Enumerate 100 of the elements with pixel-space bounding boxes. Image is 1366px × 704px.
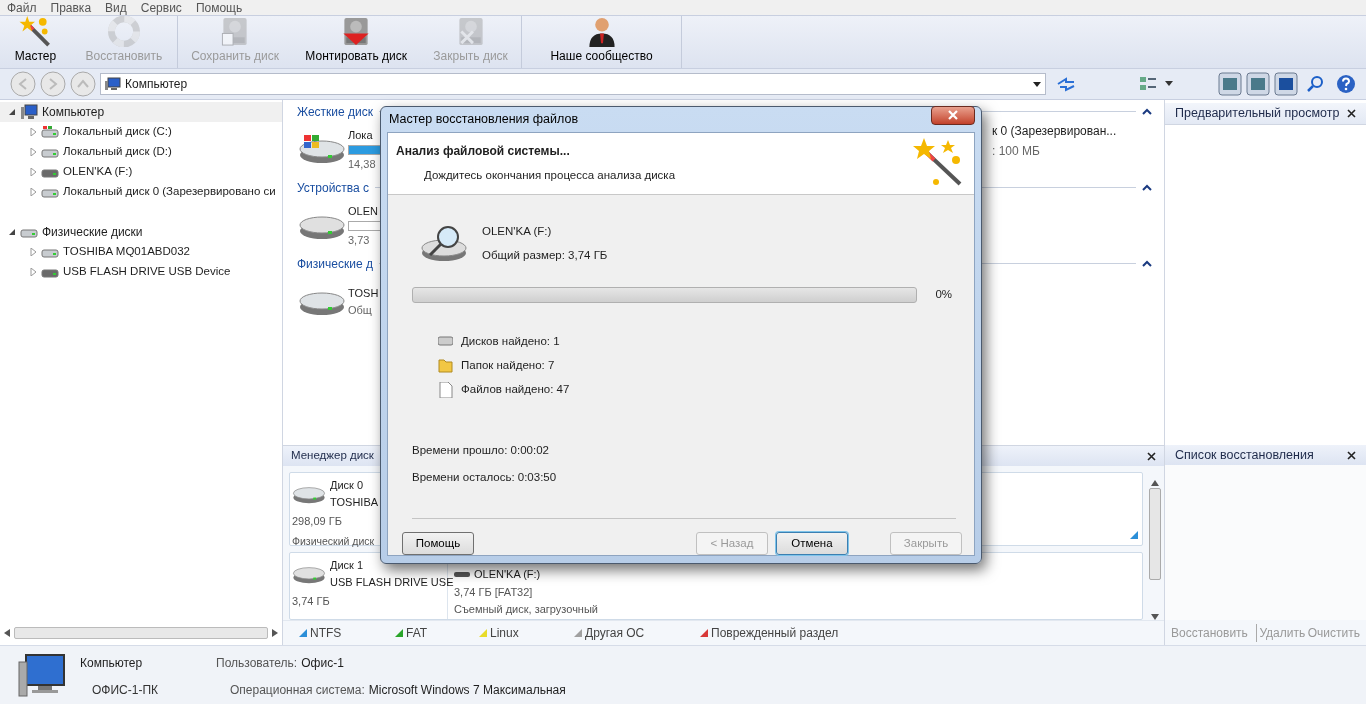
disk-name: Диск 0 bbox=[330, 478, 365, 493]
panel-title: Список восстановления bbox=[1175, 446, 1315, 464]
drive-name: Лока bbox=[348, 128, 374, 143]
floppy-icon bbox=[1274, 72, 1298, 96]
computer-icon bbox=[105, 77, 121, 91]
scroll-left-icon bbox=[2, 628, 12, 638]
usb-drive-icon bbox=[41, 266, 59, 278]
time-info: Времени прошло: 0:00:02 bbox=[412, 442, 550, 458]
legend-label: Linux bbox=[490, 625, 519, 642]
hard-drive-icon bbox=[41, 146, 59, 158]
address-field[interactable]: Компьютер bbox=[100, 73, 1046, 95]
close-button[interactable] bbox=[1347, 450, 1356, 460]
panel-title: Менеджер диск bbox=[291, 448, 374, 464]
legend-label: Поврежденный раздел bbox=[711, 625, 839, 642]
disk-size: 3,74 ГБ bbox=[292, 594, 331, 609]
tree-item[interactable]: USB FLASH DRIVE USB Device bbox=[63, 263, 231, 281]
menu-item[interactable]: Сервис bbox=[140, 1, 182, 14]
progress-percent: 0% bbox=[935, 287, 952, 303]
drive-name: OLEN'KA (F:) bbox=[482, 223, 553, 239]
section-heading: Физические д bbox=[297, 255, 373, 273]
usb-drive-icon bbox=[454, 570, 470, 578]
drive-info: 3,73 bbox=[348, 232, 371, 248]
magic-wand-icon bbox=[912, 137, 964, 188]
hard-drive-icon bbox=[298, 134, 346, 165]
menu-item[interactable]: Помощь bbox=[195, 1, 243, 14]
close-icon bbox=[1347, 450, 1356, 460]
close-button[interactable] bbox=[1147, 451, 1156, 461]
tree-item[interactable]: OLEN'KA (F:) bbox=[63, 163, 133, 181]
host-name: ОФИС-1-ПК bbox=[91, 682, 160, 699]
step-heading: Анализ файловой системы... bbox=[396, 142, 571, 160]
tree-item[interactable]: Локальный диск (D:) bbox=[63, 143, 172, 161]
field-label: Пользователь: bbox=[216, 655, 298, 672]
disk-model: TOSHIBA bbox=[330, 494, 379, 510]
disk-name: Диск 1 bbox=[330, 558, 365, 573]
field-value: Microsoft Windows 7 Максимальная bbox=[368, 682, 566, 699]
scroll-up-icon bbox=[1150, 480, 1159, 486]
search-icon bbox=[1306, 75, 1324, 93]
dialog-title: Мастер восстановления файлов bbox=[389, 111, 580, 128]
dialog-button[interactable]: Отмена bbox=[776, 532, 848, 555]
hard-drive-icon bbox=[41, 246, 59, 258]
partition-name: OLEN'KA (F:) bbox=[474, 567, 541, 582]
partition-type: Съемный диск, загрузочный bbox=[454, 602, 599, 617]
collapse-caret-icon bbox=[1142, 108, 1152, 115]
found-count: Файлов найдено: 47 bbox=[461, 381, 570, 397]
tree-item[interactable]: TOSHIBA MQ01ABD032 bbox=[63, 243, 190, 261]
collapse-caret-icon bbox=[1142, 260, 1152, 267]
close-icon bbox=[948, 110, 958, 121]
field-value: Офис-1 bbox=[301, 655, 344, 672]
refresh-arrows-icon bbox=[1056, 76, 1076, 92]
horizontal-scrollbar[interactable] bbox=[14, 627, 268, 639]
partition-size: 3,74 ГБ [FAT32] bbox=[454, 584, 534, 600]
menu-item[interactable]: Вид bbox=[105, 1, 127, 14]
legend-label: FAT bbox=[406, 625, 428, 642]
toolbar-button[interactable]: Монтировать диск bbox=[301, 16, 412, 68]
legend-label: NTFS bbox=[310, 625, 342, 642]
hard-drive-icon bbox=[41, 126, 59, 138]
field-label: Операционная система: bbox=[230, 682, 365, 699]
tree-item[interactable]: Локальный диск (C:) bbox=[63, 123, 172, 141]
help-icon bbox=[1336, 74, 1356, 94]
dialog-button[interactable]: Помощь bbox=[402, 532, 474, 555]
section-heading: Устройства с bbox=[297, 179, 370, 197]
tree-item[interactable]: Физические диски bbox=[42, 223, 143, 241]
scroll-right-icon bbox=[270, 628, 280, 638]
document-icon bbox=[438, 381, 453, 398]
close-icon bbox=[1347, 109, 1356, 118]
drive-info: Общ bbox=[348, 303, 373, 318]
menu-item[interactable]: Правка bbox=[50, 1, 92, 14]
picture-view-icon bbox=[1246, 72, 1270, 96]
magic-wand-icon bbox=[19, 16, 52, 47]
toolbar-button[interactable]: Мастер bbox=[10, 16, 61, 68]
scrollbar-thumb[interactable] bbox=[1148, 488, 1161, 580]
drive-magnifier-icon bbox=[420, 224, 470, 263]
drive-name: OLEN bbox=[348, 204, 379, 219]
section-heading: Жесткие диск bbox=[297, 103, 374, 121]
legend-label: Другая ОС bbox=[585, 625, 645, 642]
computer-icon bbox=[20, 104, 38, 120]
tree-item[interactable]: Локальный диск 0 (Зарезервировано си bbox=[63, 183, 276, 201]
disk-view-icon bbox=[1218, 72, 1242, 96]
drive-name: к 0 (Зарезервирован... bbox=[992, 123, 1117, 140]
disk-model: USB FLASH DRIVE USE bbox=[330, 574, 454, 590]
hard-drive-icon bbox=[20, 226, 38, 238]
computer-name: Компьютер bbox=[80, 655, 144, 672]
computer-monitor-icon bbox=[18, 654, 66, 698]
lifebuoy-icon bbox=[107, 16, 140, 47]
hard-drive-icon bbox=[41, 186, 59, 198]
close-button[interactable] bbox=[1347, 109, 1356, 118]
panel-title: Предварительный просмотр bbox=[1175, 105, 1341, 123]
disk-type: Физический диск bbox=[292, 533, 375, 549]
menu-item[interactable]: Файл bbox=[7, 1, 37, 14]
collapse-caret-icon bbox=[1142, 184, 1152, 191]
step-description: Дождитесь окончания процесса анализа диска bbox=[423, 167, 676, 183]
usb-drive-icon bbox=[41, 166, 59, 178]
drive-info: 14,38 bbox=[348, 156, 377, 172]
found-count: Папок найдено: 7 bbox=[461, 357, 555, 373]
time-info: Времени осталось: 0:03:50 bbox=[412, 469, 558, 485]
toolbar-button[interactable]: Наше сообщество bbox=[546, 16, 657, 68]
drive-info: : 100 МБ bbox=[992, 143, 1041, 160]
ntfs-corner-icon bbox=[1130, 531, 1138, 539]
drive-size: Общий размер: 3,74 ГБ bbox=[482, 248, 608, 263]
close-icon bbox=[1147, 451, 1156, 461]
